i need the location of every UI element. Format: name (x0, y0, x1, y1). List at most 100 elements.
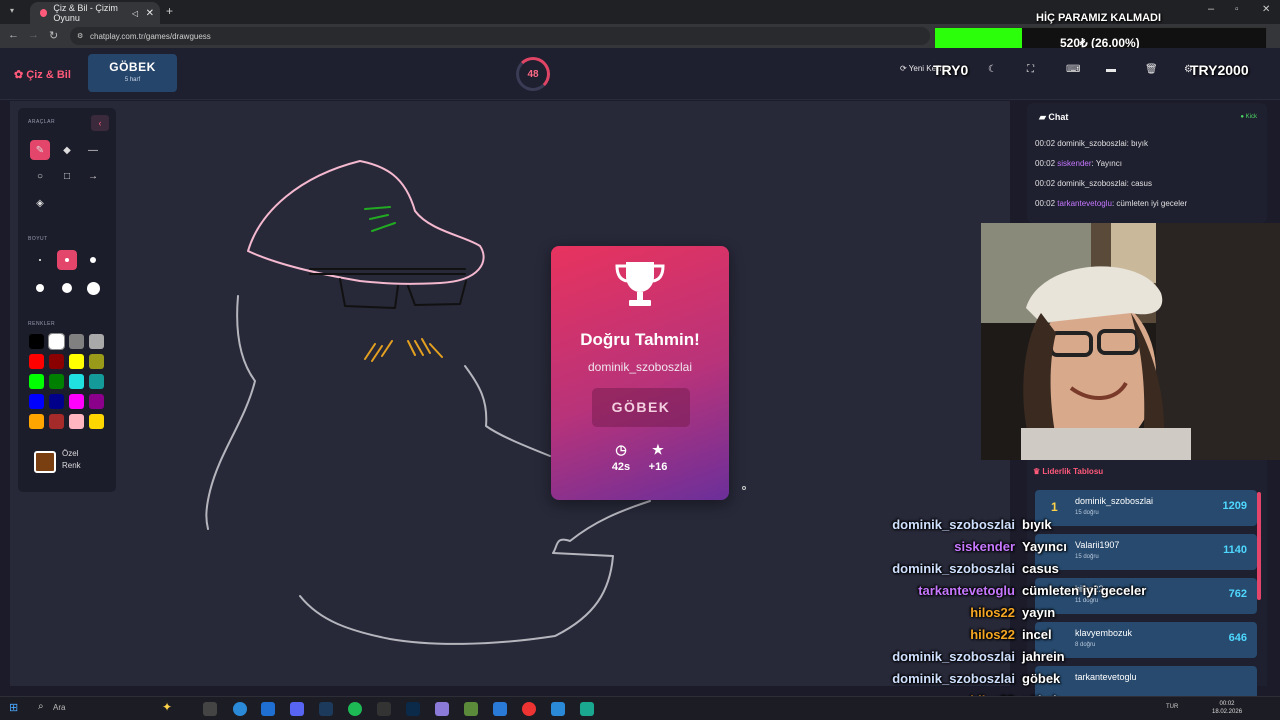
streamer-camera-image (981, 223, 1280, 460)
copilot-icon[interactable]: ✦ (162, 700, 172, 714)
arrow-tool-icon[interactable]: → (83, 166, 103, 186)
search-icon[interactable]: ⌕ (38, 701, 44, 712)
trash-icon[interactable]: 🗑 (1145, 64, 1158, 75)
task-view-icon[interactable] (203, 702, 217, 716)
steam-icon[interactable] (319, 702, 333, 716)
leaderboard-row[interactable]: 1 dominik_szoboszlai 15 doğru 1209 (1035, 490, 1257, 526)
rectangle-tool-icon[interactable]: □ (57, 166, 77, 186)
language-indicator[interactable]: TUR (1166, 704, 1178, 710)
chat-message: 00:02 tarkantevetoglu: cümleten iyi gece… (1035, 199, 1188, 208)
color-swatch[interactable] (29, 414, 44, 429)
leaderboard-scrollbar[interactable] (1257, 492, 1261, 600)
vscode-icon[interactable] (493, 702, 507, 716)
line-tool-icon[interactable]: — (83, 140, 103, 160)
colors-section-label: RENKLER (28, 321, 56, 327)
fill-bucket-icon[interactable]: ◈ (30, 193, 50, 213)
minecraft-icon[interactable] (464, 702, 478, 716)
photoshop-icon[interactable] (406, 702, 420, 716)
color-swatch[interactable] (29, 374, 44, 389)
hat-mark-stroke (364, 206, 396, 232)
eraser-tool-icon[interactable]: ◆ (57, 140, 77, 160)
back-icon[interactable]: ← (8, 29, 19, 41)
color-swatch[interactable] (69, 394, 84, 409)
tab-list-icon[interactable]: ▾ (10, 6, 14, 15)
rank: 1 (1051, 500, 1058, 514)
color-swatch[interactable] (29, 334, 44, 349)
tab-audio-icon[interactable]: ◁ (132, 9, 138, 18)
custom-color-swatch[interactable] (34, 451, 56, 473)
close-tab-icon[interactable]: ✕ (146, 8, 154, 19)
browser-tab[interactable]: Çiz & Bil - Çizim Oyunu ◁ ✕ (30, 2, 160, 24)
color-swatch[interactable] (89, 374, 104, 389)
minimize-window-button[interactable]: – (1208, 3, 1214, 15)
overlay-chat-message: yayın (1022, 605, 1056, 620)
player-correct-count: 15 doğru (1075, 554, 1099, 560)
leaderboard-row[interactable]: klavyembozuk 8 doğru 646 (1035, 622, 1257, 658)
color-swatch[interactable] (89, 414, 104, 429)
leaderboard-title: ♛ Liderlik Tablosu (1033, 467, 1104, 476)
player-correct-count: 8 doğru (1075, 642, 1096, 648)
overlay-chat-user: tarkantevetoglu (918, 583, 1015, 598)
brush-size-m[interactable] (83, 250, 103, 270)
player-name: tarkantevetoglu (1075, 672, 1137, 682)
card-username: dominik_szoboszlai (587, 360, 693, 374)
notes-icon[interactable] (551, 702, 565, 716)
active-app-icon[interactable] (580, 702, 594, 716)
clock-icon: ◷ (615, 442, 627, 457)
keyboard-icon[interactable]: ⌨ (1066, 64, 1080, 75)
color-swatch[interactable] (49, 394, 64, 409)
app-icon[interactable] (435, 702, 449, 716)
terminal-icon[interactable] (377, 702, 391, 716)
chrome-icon[interactable] (522, 702, 536, 716)
time-value: 42s (611, 461, 631, 473)
time-stat: ◷ 42s (601, 442, 641, 473)
address-bar[interactable]: ⚙ chatplay.com.tr/games/drawguess (70, 27, 930, 45)
theme-toggle-icon[interactable]: ☾ (988, 64, 997, 75)
start-icon[interactable]: ⊞ (9, 701, 18, 714)
forward-icon[interactable]: → (28, 29, 39, 41)
color-swatch[interactable] (69, 414, 84, 429)
color-swatch[interactable] (48, 333, 65, 350)
pen-tool-icon[interactable]: ✎ (30, 140, 50, 160)
color-swatch[interactable] (29, 394, 44, 409)
color-swatch[interactable] (69, 374, 84, 389)
color-swatch[interactable] (69, 334, 84, 349)
brush-size-xl[interactable] (57, 278, 77, 298)
word-hint: 5 harf (124, 77, 141, 83)
new-tab-button[interactable]: + (166, 4, 173, 18)
trophy-icon (615, 262, 665, 306)
drawing-canvas[interactable] (10, 101, 1010, 686)
maximize-window-button[interactable]: ▫ (1235, 4, 1239, 15)
spotify-icon[interactable] (348, 702, 362, 716)
webcam-feed (981, 223, 1280, 460)
taskbar-search-label[interactable]: Ara (53, 703, 65, 712)
brush-size-s[interactable] (57, 250, 77, 270)
color-swatch[interactable] (49, 374, 64, 389)
brush-size-xxl[interactable] (83, 278, 103, 298)
kick-status: ● Kick (1240, 114, 1257, 120)
color-swatch[interactable] (89, 394, 104, 409)
app-header: ✿ Çiz & Bil GÖBEK 5 harf 48 ⟳ Yeni Kelim… (0, 48, 1280, 100)
close-window-button[interactable]: ✕ (1262, 4, 1270, 15)
reload-icon[interactable]: ↻ (49, 29, 58, 42)
color-swatch[interactable] (89, 334, 104, 349)
edge-browser-icon[interactable] (233, 702, 247, 716)
brush-size-l[interactable] (30, 278, 50, 298)
collapse-panel-button[interactable]: ‹ (91, 115, 109, 131)
color-swatch[interactable] (69, 354, 84, 369)
discord-icon[interactable] (290, 702, 304, 716)
site-info-icon[interactable]: ⚙ (77, 32, 83, 40)
archive-icon[interactable]: ▬ (1106, 64, 1116, 75)
circle-tool-icon[interactable]: ○ (30, 166, 50, 186)
color-swatch[interactable] (29, 354, 44, 369)
color-swatch[interactable] (89, 354, 104, 369)
clock[interactable]: 00:02 18.02.2026 (1212, 700, 1242, 716)
brush-size-xs[interactable] (30, 250, 50, 270)
fullscreen-icon[interactable]: ⛶ (1027, 64, 1034, 75)
store-icon[interactable] (261, 702, 275, 716)
app-logo[interactable]: ✿ Çiz & Bil (14, 68, 71, 81)
leaderboard-row[interactable]: Valarii1907 15 doğru 1140 (1035, 534, 1257, 570)
overlay-chat-message: bıyık (1022, 517, 1052, 532)
color-swatch[interactable] (49, 414, 64, 429)
color-swatch[interactable] (49, 354, 64, 369)
